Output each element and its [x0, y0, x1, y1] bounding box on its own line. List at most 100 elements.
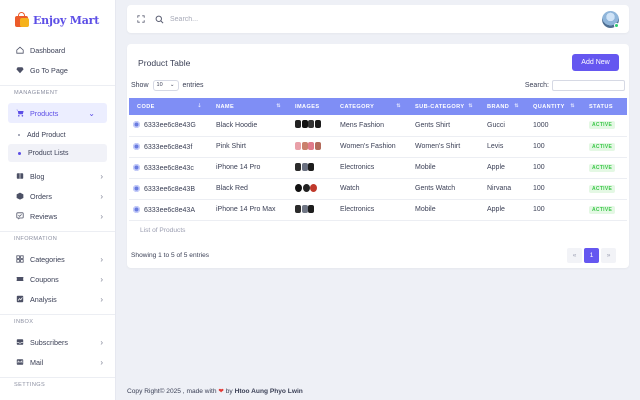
expand-row-icon[interactable]	[133, 184, 140, 192]
column-header-subcategory[interactable]: SUB-CATEGORY ⇅	[407, 98, 479, 115]
inbox-icon	[16, 338, 24, 346]
chevron-right-icon: ›	[100, 274, 103, 284]
mail-icon	[16, 358, 24, 366]
sidebar-item-reviews[interactable]: Reviews ›	[0, 206, 115, 226]
cell-subcategory: Gents Watch	[415, 185, 456, 192]
table-row[interactable]: 6333ee6c8e43B Black Red Watch Gents Watc…	[129, 178, 627, 199]
sidebar-item-label: Categories	[30, 254, 65, 264]
add-new-button[interactable]: Add New	[572, 54, 619, 71]
table-caption: List of Products	[140, 226, 186, 234]
heart-icon: ❤	[218, 388, 224, 395]
cell-code: 6333ee6c8e43c	[144, 164, 194, 172]
cell-category: Watch	[340, 185, 360, 192]
chevron-right-icon: ›	[100, 211, 103, 221]
table-row[interactable]: 6333ee6c8e43c iPhone 14 Pro Electronics …	[129, 157, 627, 178]
sidebar-item-label: Coupons	[30, 274, 59, 284]
product-thumbnail	[301, 120, 308, 129]
status-badge: ACTIVE	[589, 184, 616, 193]
column-header-brand[interactable]: BRAND ⇅	[479, 98, 525, 115]
sort-icon: ⇅	[396, 103, 401, 109]
sort-icon: ⇅	[570, 103, 575, 109]
cell-subcategory: Mobile	[415, 206, 436, 213]
chevron-right-icon: ›	[100, 171, 103, 181]
status-badge: ACTIVE	[589, 142, 616, 151]
next-page-button[interactable]: »	[601, 248, 616, 263]
chart-icon	[16, 295, 24, 303]
prev-page-button[interactable]: «	[567, 248, 582, 263]
product-thumbnail	[295, 120, 301, 129]
sidebar-item-products[interactable]: Products ⌄	[8, 103, 107, 123]
cell-subcategory: Gents Shirt	[415, 121, 451, 129]
cell-brand: Apple	[487, 164, 505, 171]
sidebar-subitem-add-product[interactable]: Add Product	[0, 126, 115, 144]
brand[interactable]: Enjoy Mart	[0, 0, 115, 40]
cell-code: 6333ee6c8e43A	[144, 206, 195, 214]
sidebar-item-analysis[interactable]: Analysis ›	[0, 289, 115, 309]
product-thumbnail	[295, 204, 301, 213]
product-thumbnails	[295, 162, 315, 171]
cell-subcategory: Mobile	[415, 164, 436, 171]
sidebar-item-coupons[interactable]: Coupons ›	[0, 269, 115, 289]
sidebar-item-label: Subscribers	[30, 337, 68, 347]
table-caption-row: List of Products	[129, 220, 627, 240]
column-header-quantity[interactable]: QUANTITY ⇅	[525, 98, 581, 115]
product-table-card: Product Table Add New Show 10 ⌄ entries …	[127, 44, 629, 268]
sidebar-item-blog[interactable]: Blog ›	[0, 166, 115, 186]
expand-row-icon[interactable]	[133, 121, 140, 129]
cell-code: 6333ee6c8e43G	[144, 122, 196, 130]
chevron-right-icon: ›	[100, 191, 103, 201]
table-search-input[interactable]	[552, 79, 625, 91]
search-icon	[155, 15, 164, 24]
column-header-status[interactable]: STATUS	[581, 98, 627, 115]
search-input[interactable]	[170, 15, 602, 23]
cell-quantity: 1000	[533, 121, 549, 129]
page-button-current[interactable]: 1	[584, 248, 599, 263]
cell-quantity: 100	[533, 164, 545, 171]
sidebar-item-mail[interactable]: Mail ›	[0, 352, 115, 372]
grid-icon	[16, 255, 24, 263]
product-thumbnail	[301, 204, 308, 213]
avatar[interactable]	[602, 10, 619, 28]
column-header-code[interactable]: CODE ⇣	[129, 98, 208, 115]
sidebar-subitem-product-lists[interactable]: Product Lists	[8, 144, 107, 162]
sidebar-item-subscribers[interactable]: Subscribers ›	[0, 332, 115, 352]
cell-brand: Levis	[487, 143, 504, 150]
card-title: Product Table	[138, 57, 191, 68]
fullscreen-icon[interactable]	[137, 15, 145, 23]
product-thumbnail	[295, 141, 301, 150]
product-thumbnail	[295, 162, 301, 171]
expand-row-icon[interactable]	[133, 142, 140, 150]
cell-name: Pink Shirt	[216, 143, 246, 150]
cell-name: Black Red	[216, 185, 248, 192]
sidebar-item-orders[interactable]: Orders ›	[0, 186, 115, 206]
product-thumbnail	[308, 120, 314, 129]
product-thumbnail	[314, 120, 321, 129]
sidebar-item-dashboard[interactable]: Dashboard	[0, 40, 115, 60]
footer-author-link[interactable]: Htoo Aung Phyo Lwin	[235, 388, 303, 395]
page-size-control: Show 10 ⌄ entries	[131, 79, 204, 91]
box-icon	[16, 192, 24, 200]
expand-row-icon[interactable]	[133, 163, 140, 171]
column-header-category[interactable]: CATEGORY ⇅	[332, 98, 407, 115]
product-table: CODE ⇣ NAME ⇅ IMAGES CATEGORY ⇅ SUB-CATEGOR…	[129, 98, 627, 240]
sidebar-item-categories[interactable]: Categories ›	[0, 249, 115, 269]
expand-row-icon[interactable]	[133, 205, 140, 213]
cell-brand: Gucci	[487, 121, 505, 129]
sidebar-item-label: Dashboard	[30, 45, 66, 55]
table-row[interactable]: 6333ee6c8e43A iPhone 14 Pro Max Electron…	[129, 199, 627, 220]
column-header-images: IMAGES	[295, 103, 320, 110]
table-row[interactable]: 6333ee6c8e43G Black Hoodie Mens Fashion …	[129, 115, 627, 136]
cell-category: Electronics	[340, 164, 375, 171]
product-thumbnails	[295, 183, 318, 192]
page-size-select[interactable]: 10 ⌄	[152, 79, 179, 91]
column-header-name[interactable]: NAME ⇅	[208, 98, 287, 115]
sidebar-item-go-to-page[interactable]: Go To Page	[0, 60, 115, 80]
status-badge: ACTIVE	[589, 163, 616, 172]
table-row[interactable]: 6333ee6c8e43f Pink Shirt Women's Fashion…	[129, 136, 627, 157]
chevron-down-icon: ⌄	[88, 108, 95, 118]
sidebar: Enjoy Mart Dashboard Go To Page MANAGEME…	[0, 0, 116, 400]
section-inbox: INBOX	[0, 314, 115, 328]
sidebar-item-label: Blog	[30, 171, 45, 181]
pagination: « 1 »	[565, 248, 616, 263]
cell-name: iPhone 14 Pro	[216, 164, 261, 171]
